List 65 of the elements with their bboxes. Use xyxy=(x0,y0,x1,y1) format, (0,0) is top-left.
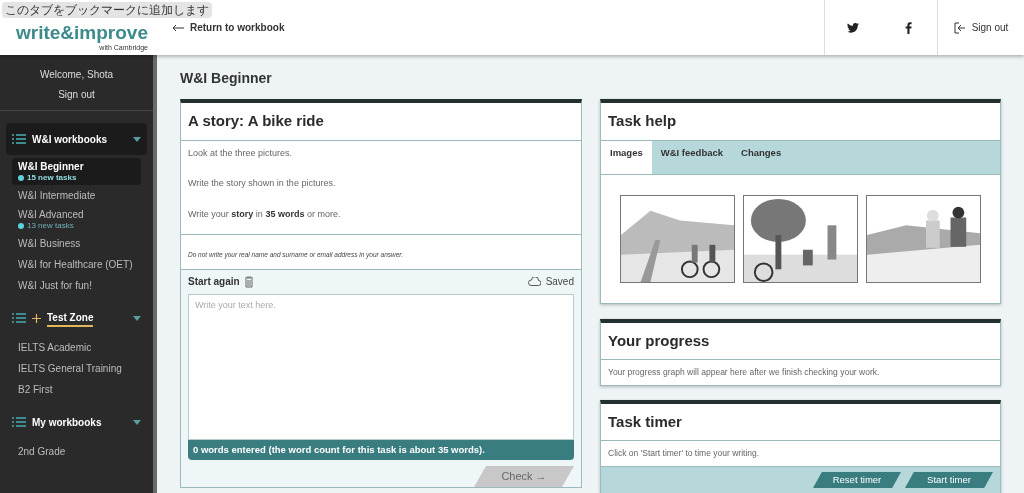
timer-button[interactable]: Reset timer xyxy=(813,472,901,488)
sidebar-sign-out-link[interactable]: Sign out xyxy=(58,87,95,102)
plus-icon xyxy=(32,313,41,323)
new-tasks-label: 13 new tasks xyxy=(27,221,74,231)
workbook-item[interactable]: W&I Beginner 15 new tasks xyxy=(12,158,141,185)
sign-out-link[interactable]: Sign out xyxy=(938,0,1024,55)
workbook-item[interactable]: W&I Business xyxy=(12,233,141,254)
help-tab[interactable]: W&I feedback xyxy=(651,140,733,174)
workbook-item[interactable]: W&I for Healthcare (OET) xyxy=(12,254,141,275)
back-arrow-icon xyxy=(172,23,184,32)
caret-icon xyxy=(133,419,141,425)
item-label: B2 First xyxy=(18,383,54,396)
help-tab[interactable]: Images xyxy=(601,140,652,174)
workbook-item[interactable]: W&I Advanced 13 new tasks xyxy=(12,206,141,233)
item-label: IELTS General Training xyxy=(18,362,123,375)
item-label: W&I for Healthcare (OET) xyxy=(18,258,134,271)
section-title: My workbooks xyxy=(32,415,102,430)
workbook-item[interactable]: W&I Intermediate xyxy=(12,185,141,206)
item-label: IELTS Academic xyxy=(18,341,93,354)
section-header[interactable]: My workbooks xyxy=(6,406,147,438)
card-title: Task timer xyxy=(601,403,1000,442)
trash-icon xyxy=(243,275,254,288)
item-label: W&I Just for fun! xyxy=(18,279,93,292)
workbook-item[interactable]: IELTS General Training xyxy=(12,358,141,379)
item-label: 2nd Grade xyxy=(18,445,67,458)
return-link[interactable]: Return to workbook xyxy=(172,20,285,35)
saved-status: Saved xyxy=(545,275,574,290)
section-title: Test Zone xyxy=(47,309,94,327)
list-icon xyxy=(12,417,26,427)
new-tasks-label: 15 new tasks xyxy=(27,173,77,183)
help-tab[interactable]: Changes xyxy=(732,140,791,174)
bookmark-tooltip: このタブをブックマークに追加します xyxy=(2,2,212,18)
word-count-bar: 0 words entered (the word count for this task is about 35 words). xyxy=(188,439,574,460)
instruction-text: Look at the three pictures. xyxy=(188,146,294,160)
sign-out-icon xyxy=(953,21,966,34)
item-label: W&I Advanced xyxy=(18,208,85,221)
section-header[interactable]: Test Zone xyxy=(6,302,147,334)
item-label: W&I Intermediate xyxy=(18,189,97,202)
section-header[interactable]: W&I workbooks xyxy=(6,123,147,155)
workbook-item[interactable]: W&I Just for fun! xyxy=(12,275,141,296)
start-again-button[interactable]: Start again xyxy=(188,274,254,290)
cloud-icon xyxy=(527,277,541,287)
instruction-text: Write the story shown in the pictures. xyxy=(188,177,337,190)
card-title: Your progress xyxy=(601,322,1000,360)
logo-wordmark: write&improve xyxy=(16,21,148,44)
item-label: W&I Business xyxy=(18,237,82,250)
workbook-item[interactable]: IELTS Academic xyxy=(12,337,141,358)
page-title: W&I Beginner xyxy=(180,69,273,88)
welcome-text: Welcome, Shota xyxy=(39,68,114,82)
section-title: W&I workbooks xyxy=(32,132,107,147)
twitter-icon[interactable] xyxy=(846,22,859,33)
card-title: Task help xyxy=(601,103,1000,141)
timer-button[interactable]: Start timer xyxy=(905,472,993,488)
task-title: A story: A bike ride xyxy=(181,103,581,141)
list-icon xyxy=(12,313,26,323)
progress-text: Your progress graph will appear here after we finish checking your work. xyxy=(607,366,881,379)
caret-icon xyxy=(133,315,141,321)
workbook-item[interactable]: B2 First xyxy=(12,379,141,400)
item-label: W&I Beginner xyxy=(18,160,85,173)
instruction-text: Write your story in 35 words or more. xyxy=(188,207,342,221)
caret-icon xyxy=(133,136,141,142)
text-area[interactable]: Write your text here. xyxy=(188,293,574,440)
list-icon xyxy=(12,134,26,144)
facebook-icon[interactable] xyxy=(905,21,912,34)
workbook-item[interactable]: 2nd Grade xyxy=(12,441,141,462)
